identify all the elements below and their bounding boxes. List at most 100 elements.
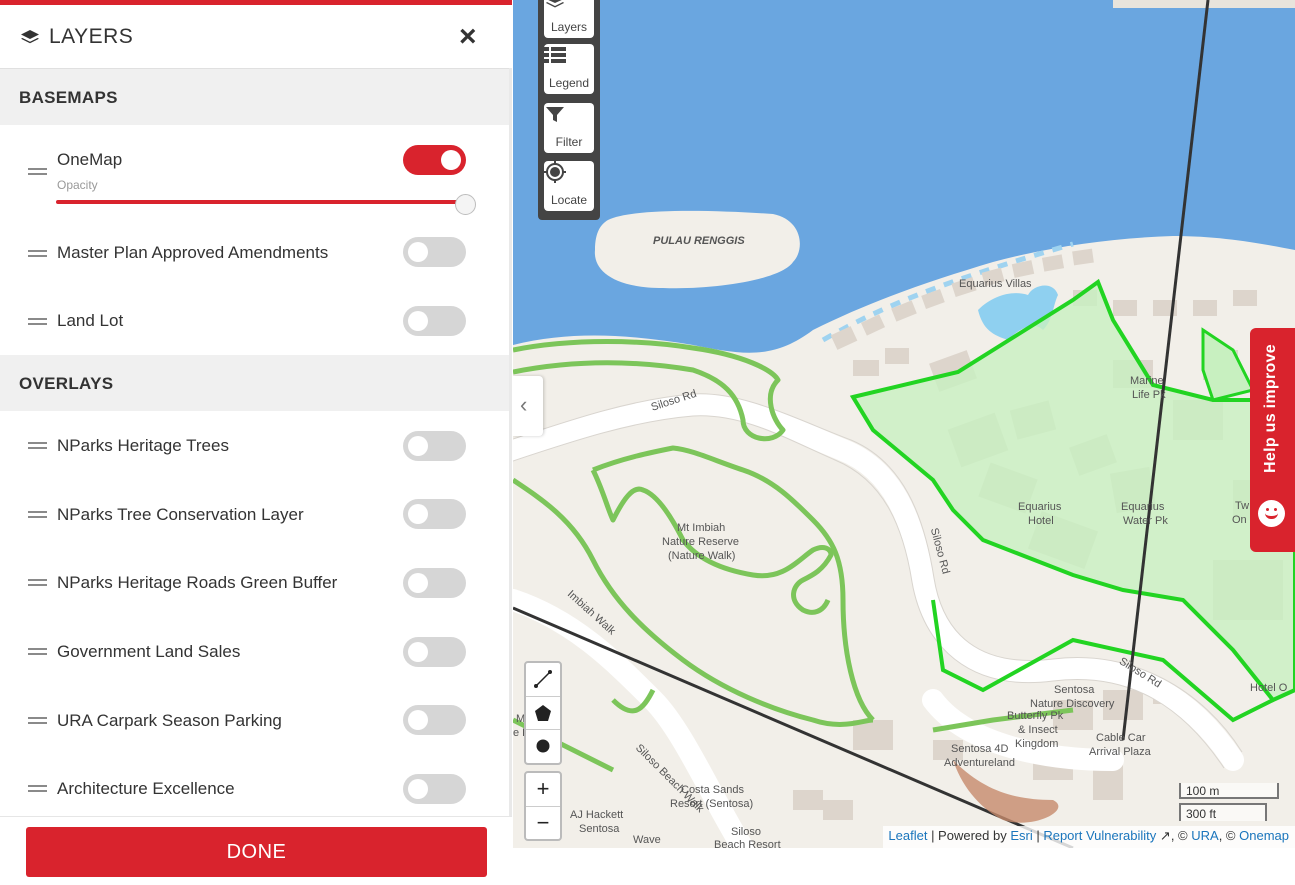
filter-button[interactable]: Filter	[544, 103, 594, 153]
toggle-knob	[408, 710, 428, 730]
panel-scrollbar[interactable]	[509, 68, 512, 816]
toggle-knob	[408, 504, 428, 524]
layer-toggle-tree-conservation[interactable]	[403, 499, 466, 529]
map-label-sentosa-nd-2: Nature Discovery	[1030, 698, 1115, 710]
map-label-equarius-hotel-1: Equarius	[1018, 501, 1062, 513]
layers-button[interactable]: Layers	[544, 0, 594, 38]
basemaps-heading-label: BASEMAPS	[19, 88, 118, 107]
draw-line-button[interactable]	[526, 663, 560, 696]
toggle-knob	[408, 311, 428, 331]
zoom-in-button[interactable]: +	[526, 773, 560, 806]
opacity-label: Opacity	[57, 178, 98, 192]
ura-link[interactable]: URA	[1191, 828, 1218, 843]
help-us-improve-tab[interactable]: Help us improve	[1250, 328, 1295, 552]
layer-row-heritage-trees: NParks Heritage Trees	[0, 411, 512, 479]
panel-title: LAYERS	[49, 25, 134, 48]
close-icon[interactable]: ×	[459, 22, 477, 52]
map-label-marine-life-2: Life Pk	[1132, 389, 1166, 401]
attrib-copy-ura: , ©	[1170, 828, 1192, 843]
drag-handle-icon[interactable]	[28, 647, 47, 656]
opacity-slider-thumb[interactable]	[455, 194, 476, 215]
layer-row-onemap: OneMap	[0, 125, 512, 225]
map-view[interactable]: PULAU RENGGIS Equarius Villas Siloso Rd …	[513, 0, 1295, 848]
locate-button[interactable]: Locate	[544, 161, 594, 211]
layer-row-land-sales: Government Land Sales	[0, 617, 512, 686]
layers-panel: LAYERS × BASEMAPS OneMap Opacity Master …	[0, 0, 512, 885]
map-label-siloso-beach-2: Beach Resort	[714, 839, 781, 848]
filter-button-label: Filter	[555, 135, 583, 149]
layer-toggle-onemap[interactable]	[403, 145, 466, 175]
layer-label: Land Lot	[57, 311, 124, 330]
layer-toggle-heritage-roads[interactable]	[403, 568, 466, 598]
esri-link[interactable]: Esri	[1010, 828, 1032, 843]
map-label-mt-imbiah-3: (Nature Walk)	[668, 550, 735, 562]
layer-toggle-carpark[interactable]	[403, 705, 466, 735]
map-label-mt-imbiah-2: Nature Reserve	[662, 536, 739, 548]
map-label-equarius-water-2: Water Pk	[1123, 515, 1168, 527]
map-label-ajh-2: Sentosa	[579, 823, 620, 835]
drag-handle-icon[interactable]	[28, 716, 47, 725]
map-label-equarius-villas: Equarius Villas	[959, 278, 1032, 290]
locate-button-label: Locate	[550, 193, 588, 207]
drag-handle-icon[interactable]	[28, 510, 47, 519]
map-label-butterfly-3: Kingdom	[1015, 738, 1058, 750]
drag-handle-icon[interactable]	[28, 317, 47, 326]
map-label-sentosa4d-1: Sentosa 4D	[951, 743, 1009, 755]
list-icon	[544, 47, 566, 63]
drag-handle-icon[interactable]	[28, 784, 47, 793]
overlays-heading-label: OVERLAYS	[19, 374, 114, 393]
chevron-left-icon: ‹	[520, 392, 528, 417]
layer-row-architecture: Architecture Excellence	[0, 754, 512, 816]
toggle-knob	[408, 642, 428, 662]
attrib-powered-by: | Powered by	[927, 828, 1011, 843]
toggle-knob	[408, 573, 428, 593]
map-label-costa-2: Resort (Sentosa)	[670, 798, 753, 810]
draw-toolbar	[524, 661, 562, 765]
report-vulnerability-link[interactable]: Report Vulnerability	[1043, 828, 1156, 843]
drag-handle-icon[interactable]	[28, 578, 47, 587]
layer-label: Government Land Sales	[57, 642, 241, 661]
pier	[1113, 0, 1295, 8]
opacity-slider[interactable]	[56, 200, 466, 204]
attrib-sep: |	[1032, 828, 1044, 843]
layer-toggle-architecture[interactable]	[403, 774, 466, 804]
map-label-cablecar-2: Arrival Plaza	[1089, 746, 1152, 758]
map-attribution: Leaflet | Powered by Esri | Report Vulne…	[883, 826, 1295, 848]
layer-toggle-land-lot[interactable]	[403, 306, 466, 336]
layer-toggle-master-plan[interactable]	[403, 237, 466, 267]
layer-row-tree-conservation: NParks Tree Conservation Layer	[0, 480, 512, 548]
draw-polygon-button[interactable]	[526, 696, 560, 730]
scale-metric: 100 m	[1179, 783, 1279, 799]
attrib-copy-onemap: , ©	[1218, 828, 1240, 843]
toggle-knob	[408, 779, 428, 799]
layer-toggle-heritage-trees[interactable]	[403, 431, 466, 461]
map-label-tw-1: Tw	[1235, 500, 1249, 512]
leaflet-link[interactable]: Leaflet	[888, 828, 927, 843]
scale-imperial: 300 ft	[1179, 803, 1267, 821]
zoom-control: + −	[524, 771, 562, 841]
drag-handle-icon[interactable]	[28, 167, 47, 176]
polygon-icon	[535, 705, 551, 721]
layer-toggle-land-sales[interactable]	[403, 637, 466, 667]
drag-handle-icon[interactable]	[28, 249, 47, 258]
basemaps-heading: BASEMAPS	[0, 69, 512, 125]
map-label-tw-2: On	[1232, 514, 1247, 526]
map-label-marine-life-1: Marine	[1130, 375, 1164, 387]
legend-button[interactable]: Legend	[544, 44, 594, 94]
onemap-link[interactable]: Onemap	[1239, 828, 1289, 843]
zoom-out-button[interactable]: −	[526, 806, 560, 840]
layer-label: Architecture Excellence	[57, 779, 235, 798]
panel-footer: DONE	[0, 816, 512, 885]
external-link-icon: ↗	[1159, 828, 1171, 843]
map-label-butterfly-1: Butterfly Pk	[1007, 710, 1064, 722]
draw-circle-button[interactable]	[526, 729, 560, 763]
map-label-island: PULAU RENGGIS	[653, 235, 745, 247]
done-button[interactable]: DONE	[26, 827, 487, 877]
layer-row-carpark: URA Carpark Season Parking	[0, 686, 512, 754]
drag-handle-icon[interactable]	[28, 441, 47, 450]
layers-icon	[546, 0, 564, 8]
map-label-sentosa4d-2: Adventureland	[944, 757, 1015, 769]
collapse-panel-button[interactable]: ‹	[513, 376, 543, 436]
overlays-heading: OVERLAYS	[0, 355, 512, 411]
map-label-sentosa-nd-1: Sentosa	[1054, 684, 1095, 696]
